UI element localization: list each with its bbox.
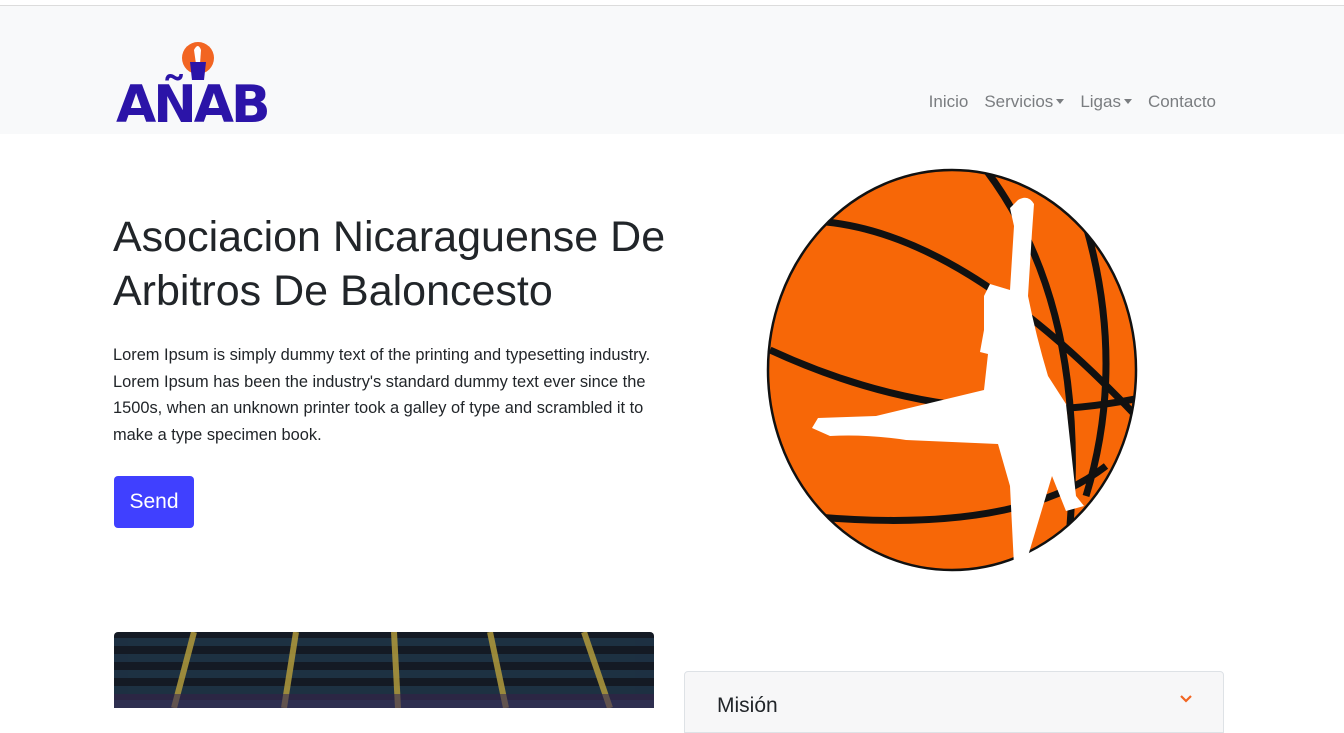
caret-down-icon	[1123, 98, 1132, 104]
logo-lettering: AÑAB	[116, 74, 268, 126]
nav-item-label: Servicios	[984, 92, 1054, 111]
nav-item-label: Ligas	[1080, 92, 1121, 111]
arena-seats-image	[114, 632, 654, 708]
navbar: AÑAB Inicio Servicios Ligas Contacto	[0, 6, 1344, 135]
chevron-down-icon	[1180, 695, 1192, 703]
arena-photo	[114, 632, 654, 708]
accordion-title: Misión	[717, 694, 778, 717]
nav-item-contacto[interactable]: Contacto	[1148, 92, 1216, 112]
hero-title: Asociacion Nicaraguense De Arbitros De B…	[113, 213, 666, 315]
nav-item-inicio[interactable]: Inicio	[929, 92, 969, 112]
nav-item-label: Inicio	[928, 92, 969, 111]
main-nav: Inicio Servicios Ligas Contacto	[929, 92, 1216, 112]
nav-item-servicios[interactable]: Servicios	[984, 92, 1065, 112]
anab-logo-image: AÑAB	[116, 42, 271, 135]
accordion-item-mision[interactable]: Misión	[684, 671, 1224, 733]
brand-logo[interactable]: AÑAB	[114, 40, 294, 135]
basketball-referee-image	[766, 168, 1138, 572]
nav-item-ligas[interactable]: Ligas	[1080, 92, 1132, 112]
nav-item-label: Contacto	[1147, 92, 1216, 111]
hero-description: Lorem Ipsum is simply dummy text of the …	[113, 346, 651, 445]
caret-down-icon	[1056, 98, 1065, 104]
send-button[interactable]: Send	[114, 476, 194, 528]
